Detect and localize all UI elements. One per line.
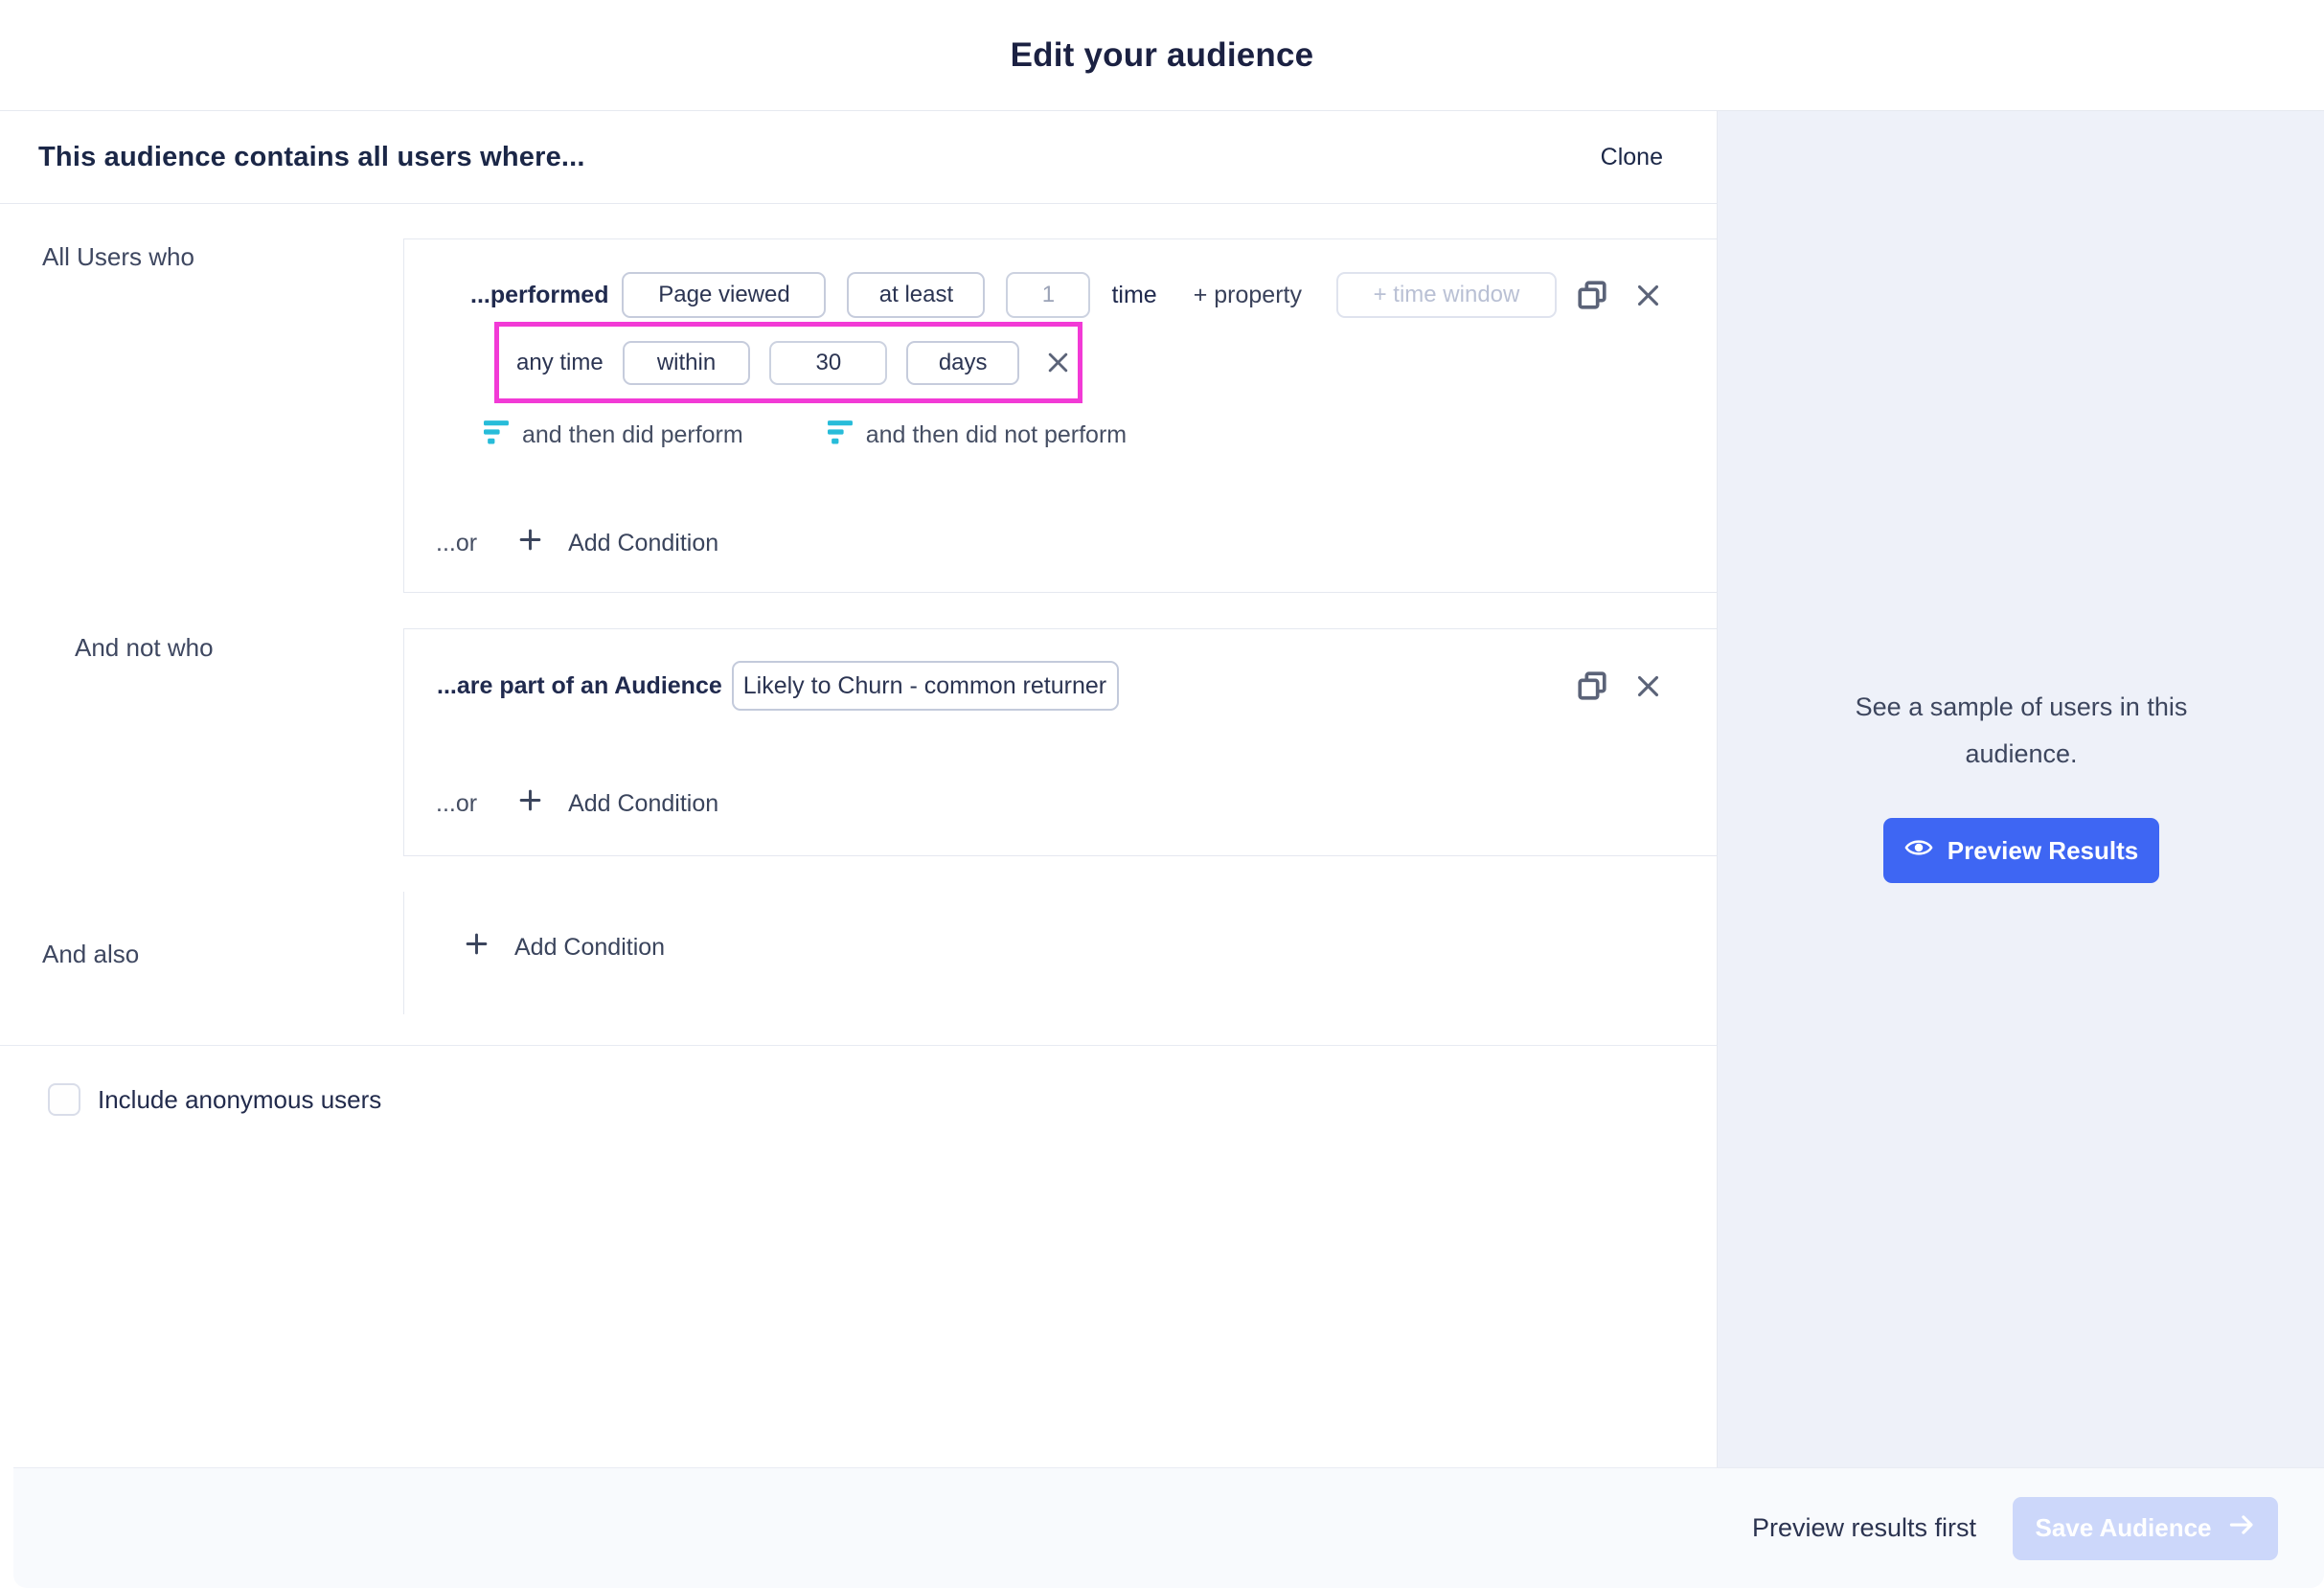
footer-bar: Preview results first Save Audience: [13, 1467, 2324, 1588]
performed-prefix: ...performed: [470, 282, 608, 309]
plus-icon: [518, 788, 542, 819]
then-did-not-perform-label: and then did not perform: [866, 421, 1127, 449]
add-condition-button[interactable]: Add Condition: [518, 528, 718, 558]
audience-builder-panel: This audience contains all users where..…: [0, 110, 1717, 1467]
section-divider: [0, 1045, 1717, 1046]
preview-panel: See a sample of users in this audience. …: [1717, 110, 2324, 1467]
close-icon[interactable]: [1635, 283, 1661, 308]
include-anonymous-checkbox[interactable]: [48, 1083, 80, 1116]
plus-icon: [518, 528, 542, 558]
and-also-divider: [403, 892, 404, 1014]
sequence-links-row: and then did perform and then did not pe…: [484, 419, 1717, 451]
close-icon[interactable]: [1635, 673, 1661, 699]
add-condition-label: Add Condition: [514, 934, 665, 962]
or-row: ...or Add Condition: [436, 788, 1717, 819]
arrow-right-icon: [2227, 1510, 2256, 1546]
add-condition-label: Add Condition: [568, 790, 718, 818]
page-title: Edit your audience: [1011, 36, 1314, 75]
performed-condition-row: ...performed Page viewed at least time +…: [470, 272, 1717, 318]
or-label: ...or: [436, 530, 477, 557]
time-amount-input[interactable]: [769, 341, 887, 385]
then-did-perform-button[interactable]: and then did perform: [484, 419, 743, 451]
time-window-input[interactable]: [1336, 272, 1557, 318]
preview-hint: Preview results first: [1752, 1513, 1976, 1543]
preview-message-line1: See a sample of users in this: [1718, 684, 2324, 731]
plus-icon: [465, 932, 489, 963]
any-time-label: any time: [516, 350, 604, 376]
preview-results-button[interactable]: Preview Results: [1883, 818, 2159, 883]
row-actions: [1576, 279, 1661, 311]
row-actions: [1576, 669, 1661, 702]
and-not-label: And not who: [75, 633, 214, 663]
add-condition-label: Add Condition: [568, 530, 718, 557]
audience-condition-row: ...are part of an Audience: [437, 661, 1717, 711]
time-window-filter-highlighted: any time within days: [494, 322, 1082, 403]
preview-message: See a sample of users in this audience.: [1718, 684, 2324, 778]
clone-button[interactable]: Clone: [1601, 144, 1663, 171]
save-audience-label: Save Audience: [2035, 1513, 2211, 1543]
add-condition-button-and-also[interactable]: Add Condition: [465, 932, 665, 963]
duplicate-icon[interactable]: [1576, 669, 1608, 702]
and-also-label: And also: [42, 940, 139, 969]
save-audience-button[interactable]: Save Audience: [2013, 1497, 2278, 1560]
eye-icon: [1904, 833, 1933, 869]
include-anonymous-label: Include anonymous users: [98, 1085, 381, 1115]
then-did-perform-label: and then did perform: [522, 421, 743, 449]
audience-prefix: ...are part of an Audience: [437, 672, 722, 700]
audience-condition-card: ...are part of an Audience: [403, 628, 1717, 856]
within-select[interactable]: within: [623, 341, 751, 385]
or-row: ...or Add Condition: [436, 528, 1717, 558]
all-users-label: All Users who: [42, 242, 194, 272]
add-property-button[interactable]: + property: [1194, 282, 1302, 309]
remove-time-filter-icon[interactable]: [1046, 351, 1070, 374]
event-select[interactable]: Page viewed: [622, 272, 826, 318]
count-input[interactable]: [1006, 272, 1090, 318]
edit-audience-page: Edit your audience This audience contain…: [0, 0, 2324, 1588]
funnel-icon: [484, 419, 510, 451]
preview-message-line2: audience.: [1718, 731, 2324, 778]
section-title: This audience contains all users where..…: [38, 142, 585, 173]
section-header: This audience contains all users where..…: [0, 111, 1717, 204]
performed-condition-card: ...performed Page viewed at least time +…: [403, 238, 1717, 593]
duplicate-icon[interactable]: [1576, 279, 1608, 311]
page-header: Edit your audience: [0, 0, 2324, 110]
builder-area: All Users who ...performed Page viewed a…: [0, 204, 1717, 1468]
time-unit-select[interactable]: days: [906, 341, 1019, 385]
count-suffix: time: [1111, 282, 1156, 309]
preview-results-label: Preview Results: [1948, 836, 2138, 866]
or-label: ...or: [436, 790, 477, 818]
operator-select[interactable]: at least: [847, 272, 985, 318]
audience-input[interactable]: [732, 661, 1119, 711]
add-condition-button[interactable]: Add Condition: [518, 788, 718, 819]
then-did-not-perform-button[interactable]: and then did not perform: [828, 419, 1127, 451]
anonymous-users-row: Include anonymous users: [48, 1083, 381, 1116]
funnel-icon: [828, 419, 854, 451]
